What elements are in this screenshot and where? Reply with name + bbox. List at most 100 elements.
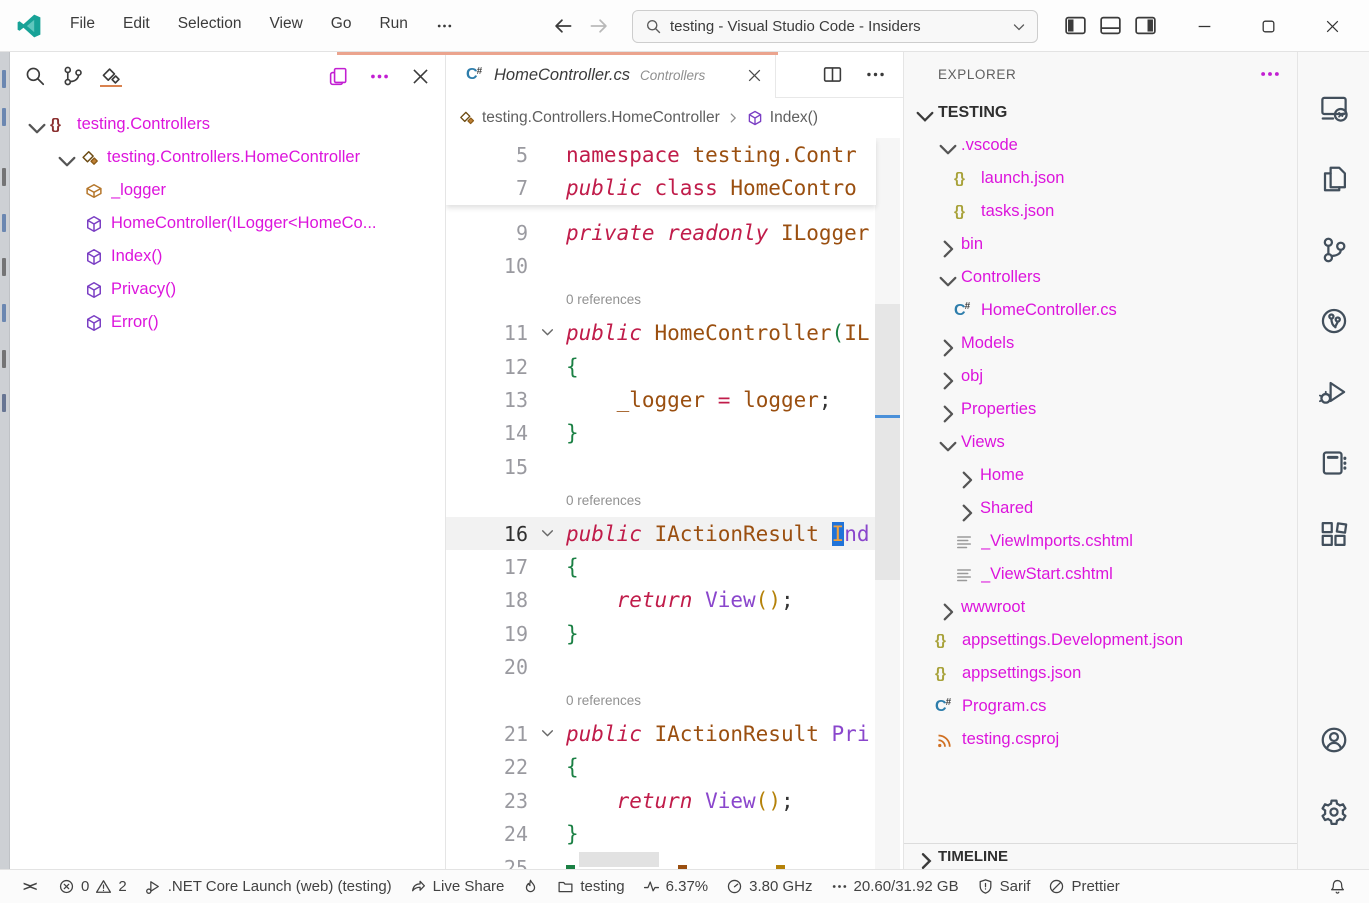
explorer-item[interactable]: Home — [904, 459, 1297, 492]
code-line-15[interactable]: 15 — [446, 450, 876, 483]
explorer-ellipsis-icon[interactable] — [1259, 63, 1281, 85]
codelens[interactable]: 0 references — [446, 283, 876, 316]
remote-explorer-icon[interactable] — [1319, 93, 1349, 123]
code-line-14[interactable]: 14} — [446, 417, 876, 450]
split-editor-icon[interactable] — [822, 64, 843, 85]
go-back-icon[interactable] — [552, 15, 574, 37]
close-panel-icon[interactable] — [410, 66, 431, 87]
tab-homecontroller[interactable]: C# HomeController.cs Controllers — [446, 52, 776, 98]
code-line-16[interactable]: 16public IActionResult Ind — [446, 517, 876, 550]
symbol-item[interactable]: Privacy() — [10, 273, 445, 306]
explorer-item[interactable]: Models — [904, 327, 1297, 360]
account-icon[interactable] — [1319, 725, 1349, 755]
collapsed-activity-bar[interactable] — [0, 52, 10, 869]
close-window-button[interactable] — [1300, 0, 1364, 52]
code-line-10[interactable]: 10 — [446, 250, 876, 283]
menu-go[interactable]: Go — [321, 10, 362, 42]
notebook-icon[interactable] — [1319, 448, 1349, 478]
panel-tab-search-icon[interactable] — [24, 65, 46, 87]
explorer-item[interactable]: Shared — [904, 492, 1297, 525]
panel-tab-symbol-class-icon[interactable] — [100, 65, 122, 87]
explorer-item[interactable]: .vscode — [904, 129, 1297, 162]
gitlens-icon[interactable] — [1319, 306, 1349, 336]
sticky-scroll[interactable]: 5namespace testing.Contr7public class Ho… — [446, 138, 876, 205]
explorer-item[interactable]: Views — [904, 426, 1297, 459]
explorer-item[interactable]: C#HomeController.cs — [904, 294, 1297, 327]
symbol-item[interactable]: Index() — [10, 240, 445, 273]
status-sarif[interactable]: Sarif — [968, 878, 1040, 895]
explorer-item[interactable]: { }appsettings.Development.json — [904, 624, 1297, 657]
symbol-item[interactable]: _logger — [10, 174, 445, 207]
breadcrumb-class[interactable]: testing.Controllers.HomeController — [482, 109, 720, 127]
explorer-item[interactable]: _ViewImports.cshtml — [904, 525, 1297, 558]
command-center-search[interactable]: testing - Visual Studio Code - Insiders — [632, 10, 1038, 43]
settings-icon[interactable] — [1319, 797, 1349, 827]
status-remote-indicator[interactable]: >< — [14, 878, 49, 895]
menu-edit[interactable]: Edit — [113, 10, 160, 42]
status-problems[interactable]: 02 — [49, 878, 136, 895]
run-debug-icon[interactable] — [1319, 377, 1349, 407]
chevron-down-icon[interactable] — [1011, 19, 1027, 35]
explorer-item[interactable]: { }appsettings.json — [904, 657, 1297, 690]
toggle-panel-bottom-icon[interactable] — [1099, 14, 1122, 37]
status-workspace[interactable]: testing — [548, 878, 633, 895]
code-line-11[interactable]: 11public HomeController(IL — [446, 317, 876, 350]
explorer-item[interactable]: { }tasks.json — [904, 195, 1297, 228]
code-line-7[interactable]: 7public class HomeContro — [446, 171, 876, 204]
status-prettier[interactable]: Prettier — [1039, 878, 1128, 895]
explorer-item[interactable]: wwwroot — [904, 591, 1297, 624]
code-line-22[interactable]: 22{ — [446, 751, 876, 784]
code-line-24[interactable]: 24} — [446, 817, 876, 850]
code-area[interactable]: 1 reference9private readonly ILogger100 … — [446, 138, 903, 869]
explorer-item[interactable]: { }launch.json — [904, 162, 1297, 195]
explorer-item[interactable]: Properties — [904, 393, 1297, 426]
status-notifications[interactable] — [1320, 878, 1355, 895]
files-icon[interactable] — [1319, 164, 1349, 194]
codelens[interactable]: 0 references — [446, 684, 876, 717]
copy-icon[interactable] — [328, 66, 349, 87]
breadcrumb-method[interactable]: Index() — [770, 109, 818, 127]
codelens[interactable]: 0 references — [446, 484, 876, 517]
symbol-item[interactable]: testing.Controllers.HomeController — [10, 141, 445, 174]
menu-view[interactable]: View — [259, 10, 312, 42]
explorer-item[interactable]: bin — [904, 228, 1297, 261]
symbol-item[interactable]: Error() — [10, 306, 445, 339]
explorer-item[interactable]: _ViewStart.cshtml — [904, 558, 1297, 591]
menu-selection[interactable]: Selection — [168, 10, 252, 42]
editor-actions-ellipsis-icon[interactable] — [865, 64, 886, 85]
explorer-item[interactable]: testing.csproj — [904, 723, 1297, 756]
explorer-root-testing[interactable]: TESTING — [904, 96, 1297, 129]
status-cpu-usage[interactable]: 6.37% — [634, 878, 718, 895]
code-line-5[interactable]: 5namespace testing.Contr — [446, 138, 876, 171]
explorer-item[interactable]: C#Program.cs — [904, 690, 1297, 723]
code-line-12[interactable]: 12{ — [446, 350, 876, 383]
menu-run[interactable]: Run — [369, 10, 417, 42]
symbol-item[interactable]: { }testing.Controllers — [10, 108, 445, 141]
status-live-share[interactable]: Live Share — [401, 878, 514, 895]
code-line-9[interactable]: 9private readonly ILogger — [446, 216, 876, 249]
explorer-item[interactable]: obj — [904, 360, 1297, 393]
tab-close-icon[interactable] — [746, 67, 763, 84]
status-debug-launch[interactable]: .NET Core Launch (web) (testing) — [136, 878, 401, 895]
toggle-sidebar-right-icon[interactable] — [1134, 14, 1157, 37]
maximize-button[interactable] — [1236, 0, 1300, 52]
scrollbar-slider[interactable] — [875, 304, 900, 580]
menu-more-ellipsis-icon[interactable] — [426, 10, 456, 42]
fold-chevron-icon[interactable] — [528, 324, 566, 342]
status-memory[interactable]: 20.60/31.92 GB — [822, 878, 968, 895]
code-line-20[interactable]: 20 — [446, 650, 876, 683]
toggle-sidebar-left-icon[interactable] — [1064, 14, 1087, 37]
code-line-13[interactable]: 13 _logger = logger; — [446, 383, 876, 416]
timeline-section[interactable]: TIMELINE — [904, 843, 1298, 869]
code-line-23[interactable]: 23 return View(); — [446, 784, 876, 817]
breadcrumb[interactable]: testing.Controllers.HomeController Index… — [446, 98, 904, 138]
code-line-25[interactable]: 25 — [446, 851, 876, 869]
go-forward-icon[interactable] — [588, 15, 610, 37]
menu-file[interactable]: File — [60, 10, 105, 42]
symbol-item[interactable]: HomeController(ILogger<HomeCo... — [10, 207, 445, 240]
extensions-icon[interactable] — [1319, 519, 1349, 549]
fold-chevron-icon[interactable] — [528, 525, 566, 543]
minimize-button[interactable] — [1172, 0, 1236, 52]
source-control-icon[interactable] — [1319, 235, 1349, 265]
status-flame[interactable] — [513, 878, 548, 895]
